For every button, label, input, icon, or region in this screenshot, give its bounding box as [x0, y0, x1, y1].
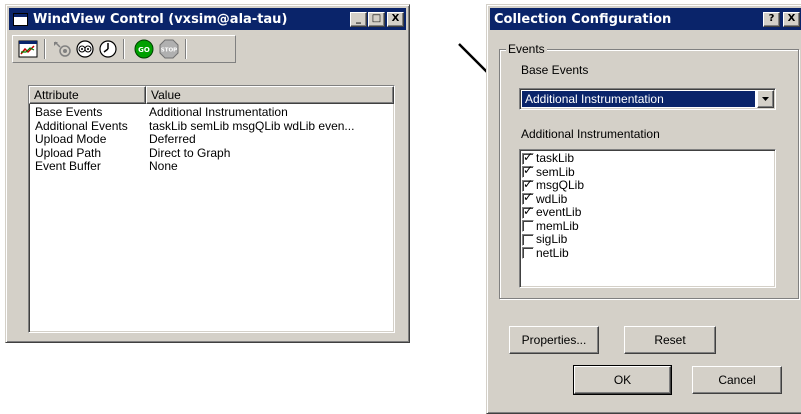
base-events-select[interactable]: Additional Instrumentation: [519, 88, 776, 110]
dialog-titlebar[interactable]: Collection Configuration ? X: [490, 8, 801, 30]
base-events-label: Base Events: [521, 63, 589, 77]
timer-icon[interactable]: [97, 38, 119, 60]
toolbar-separator: [44, 39, 46, 59]
dialog-title: Collection Configuration: [494, 11, 672, 27]
row-value: Additional Instrumentation: [149, 106, 288, 119]
list-item[interactable]: ✓ eventLib: [522, 204, 775, 220]
attribute-grid: Attribute Value Base Events Additional I…: [28, 85, 395, 333]
row-value: Direct to Graph: [149, 146, 231, 160]
close-button[interactable]: X: [387, 11, 404, 27]
table-row[interactable]: Base Events Additional Instrumentation: [32, 106, 394, 120]
lib-label: sigLib: [536, 232, 568, 246]
lib-label: eventLib: [536, 205, 582, 219]
row-value: Deferred: [149, 133, 196, 146]
grid-header: Attribute Value: [29, 86, 394, 104]
grid-header-attribute[interactable]: Attribute: [29, 86, 146, 104]
toolbar-separator: [123, 39, 125, 59]
lib-label: netLib: [536, 245, 569, 260]
minimize-button[interactable]: _: [350, 11, 367, 27]
row-attribute: Base Events: [35, 106, 103, 119]
row-attribute: Upload Mode: [35, 133, 107, 146]
svg-text:GO: GO: [138, 46, 150, 54]
row-attribute: Upload Path: [35, 146, 102, 160]
checkbox-netlib[interactable]: [522, 247, 534, 260]
list-item[interactable]: ✓ msgQLib: [522, 177, 775, 193]
grid-header-value[interactable]: Value: [146, 86, 394, 104]
windview-app-icon: [13, 12, 28, 26]
cancel-button[interactable]: Cancel: [692, 366, 782, 394]
lib-label: taskLib: [536, 151, 575, 165]
collection-config-dialog: Collection Configuration ? X Events Base…: [486, 4, 801, 414]
list-item[interactable]: ✓ wdLib: [522, 190, 775, 207]
list-item[interactable]: ✓ taskLib: [522, 150, 775, 166]
row-attribute: Event Buffer: [35, 160, 101, 173]
table-row[interactable]: Upload Path Direct to Graph: [32, 147, 394, 161]
checkbox-eventlib[interactable]: ✓: [522, 204, 534, 219]
maximize-button[interactable]: □: [368, 11, 385, 27]
help-button[interactable]: ?: [763, 11, 780, 27]
base-events-value: Additional Instrumentation: [525, 92, 664, 106]
list-item[interactable]: netLib: [522, 245, 775, 261]
lib-checklist: ✓ taskLib ✓ semLib ✓ msgQLib ✓ wdLib ✓ eventL…: [519, 149, 776, 288]
chevron-down-icon: [761, 96, 769, 101]
windview-toolbar: GO STOP: [12, 35, 236, 63]
windview-control-window: WindView Control (vxsim@ala-tau) _ □ X G…: [5, 4, 410, 343]
list-item[interactable]: sigLib: [522, 232, 775, 247]
toolbar-separator: [185, 39, 187, 59]
view-icon[interactable]: [74, 38, 96, 60]
go-icon[interactable]: GO: [133, 38, 155, 60]
base-events-selected: Additional Instrumentation: [522, 91, 755, 107]
checkbox-memlib[interactable]: [522, 220, 534, 233]
list-item[interactable]: ✓ semLib: [522, 163, 775, 180]
svg-text:STOP: STOP: [161, 48, 177, 54]
windview-title: WindView Control (vxsim@ala-tau): [33, 11, 288, 27]
lib-label: wdLib: [536, 191, 568, 206]
ok-button[interactable]: OK: [573, 365, 672, 395]
checkbox-siglib[interactable]: [522, 233, 534, 246]
list-item[interactable]: memLib: [522, 218, 775, 234]
properties-button[interactable]: Properties...: [509, 326, 599, 354]
dialog-close-button[interactable]: X: [783, 11, 800, 27]
table-row[interactable]: Event Buffer None: [32, 160, 394, 174]
trigger-icon[interactable]: [51, 38, 73, 60]
additional-instrumentation-label: Additional Instrumentation: [521, 127, 660, 141]
lib-label: memLib: [536, 218, 579, 233]
dropdown-arrow-button[interactable]: [757, 90, 774, 108]
row-value: taskLib semLib msgQLib wdLib even...: [149, 119, 355, 133]
stop-icon[interactable]: STOP: [158, 38, 180, 60]
lib-label: msgQLib: [536, 178, 585, 192]
config-icon[interactable]: [17, 38, 39, 60]
row-value: None: [149, 160, 178, 173]
lib-label: semLib: [536, 164, 575, 179]
table-row[interactable]: Upload Mode Deferred: [32, 133, 394, 147]
grid-body: Base Events Additional Instrumentation A…: [29, 104, 394, 174]
windview-titlebar[interactable]: WindView Control (vxsim@ala-tau) _ □ X: [9, 8, 406, 30]
reset-button[interactable]: Reset: [624, 326, 716, 354]
events-group-label: Events: [506, 42, 547, 56]
table-row[interactable]: Additional Events taskLib semLib msgQLib…: [32, 120, 394, 134]
row-attribute: Additional Events: [35, 119, 128, 133]
